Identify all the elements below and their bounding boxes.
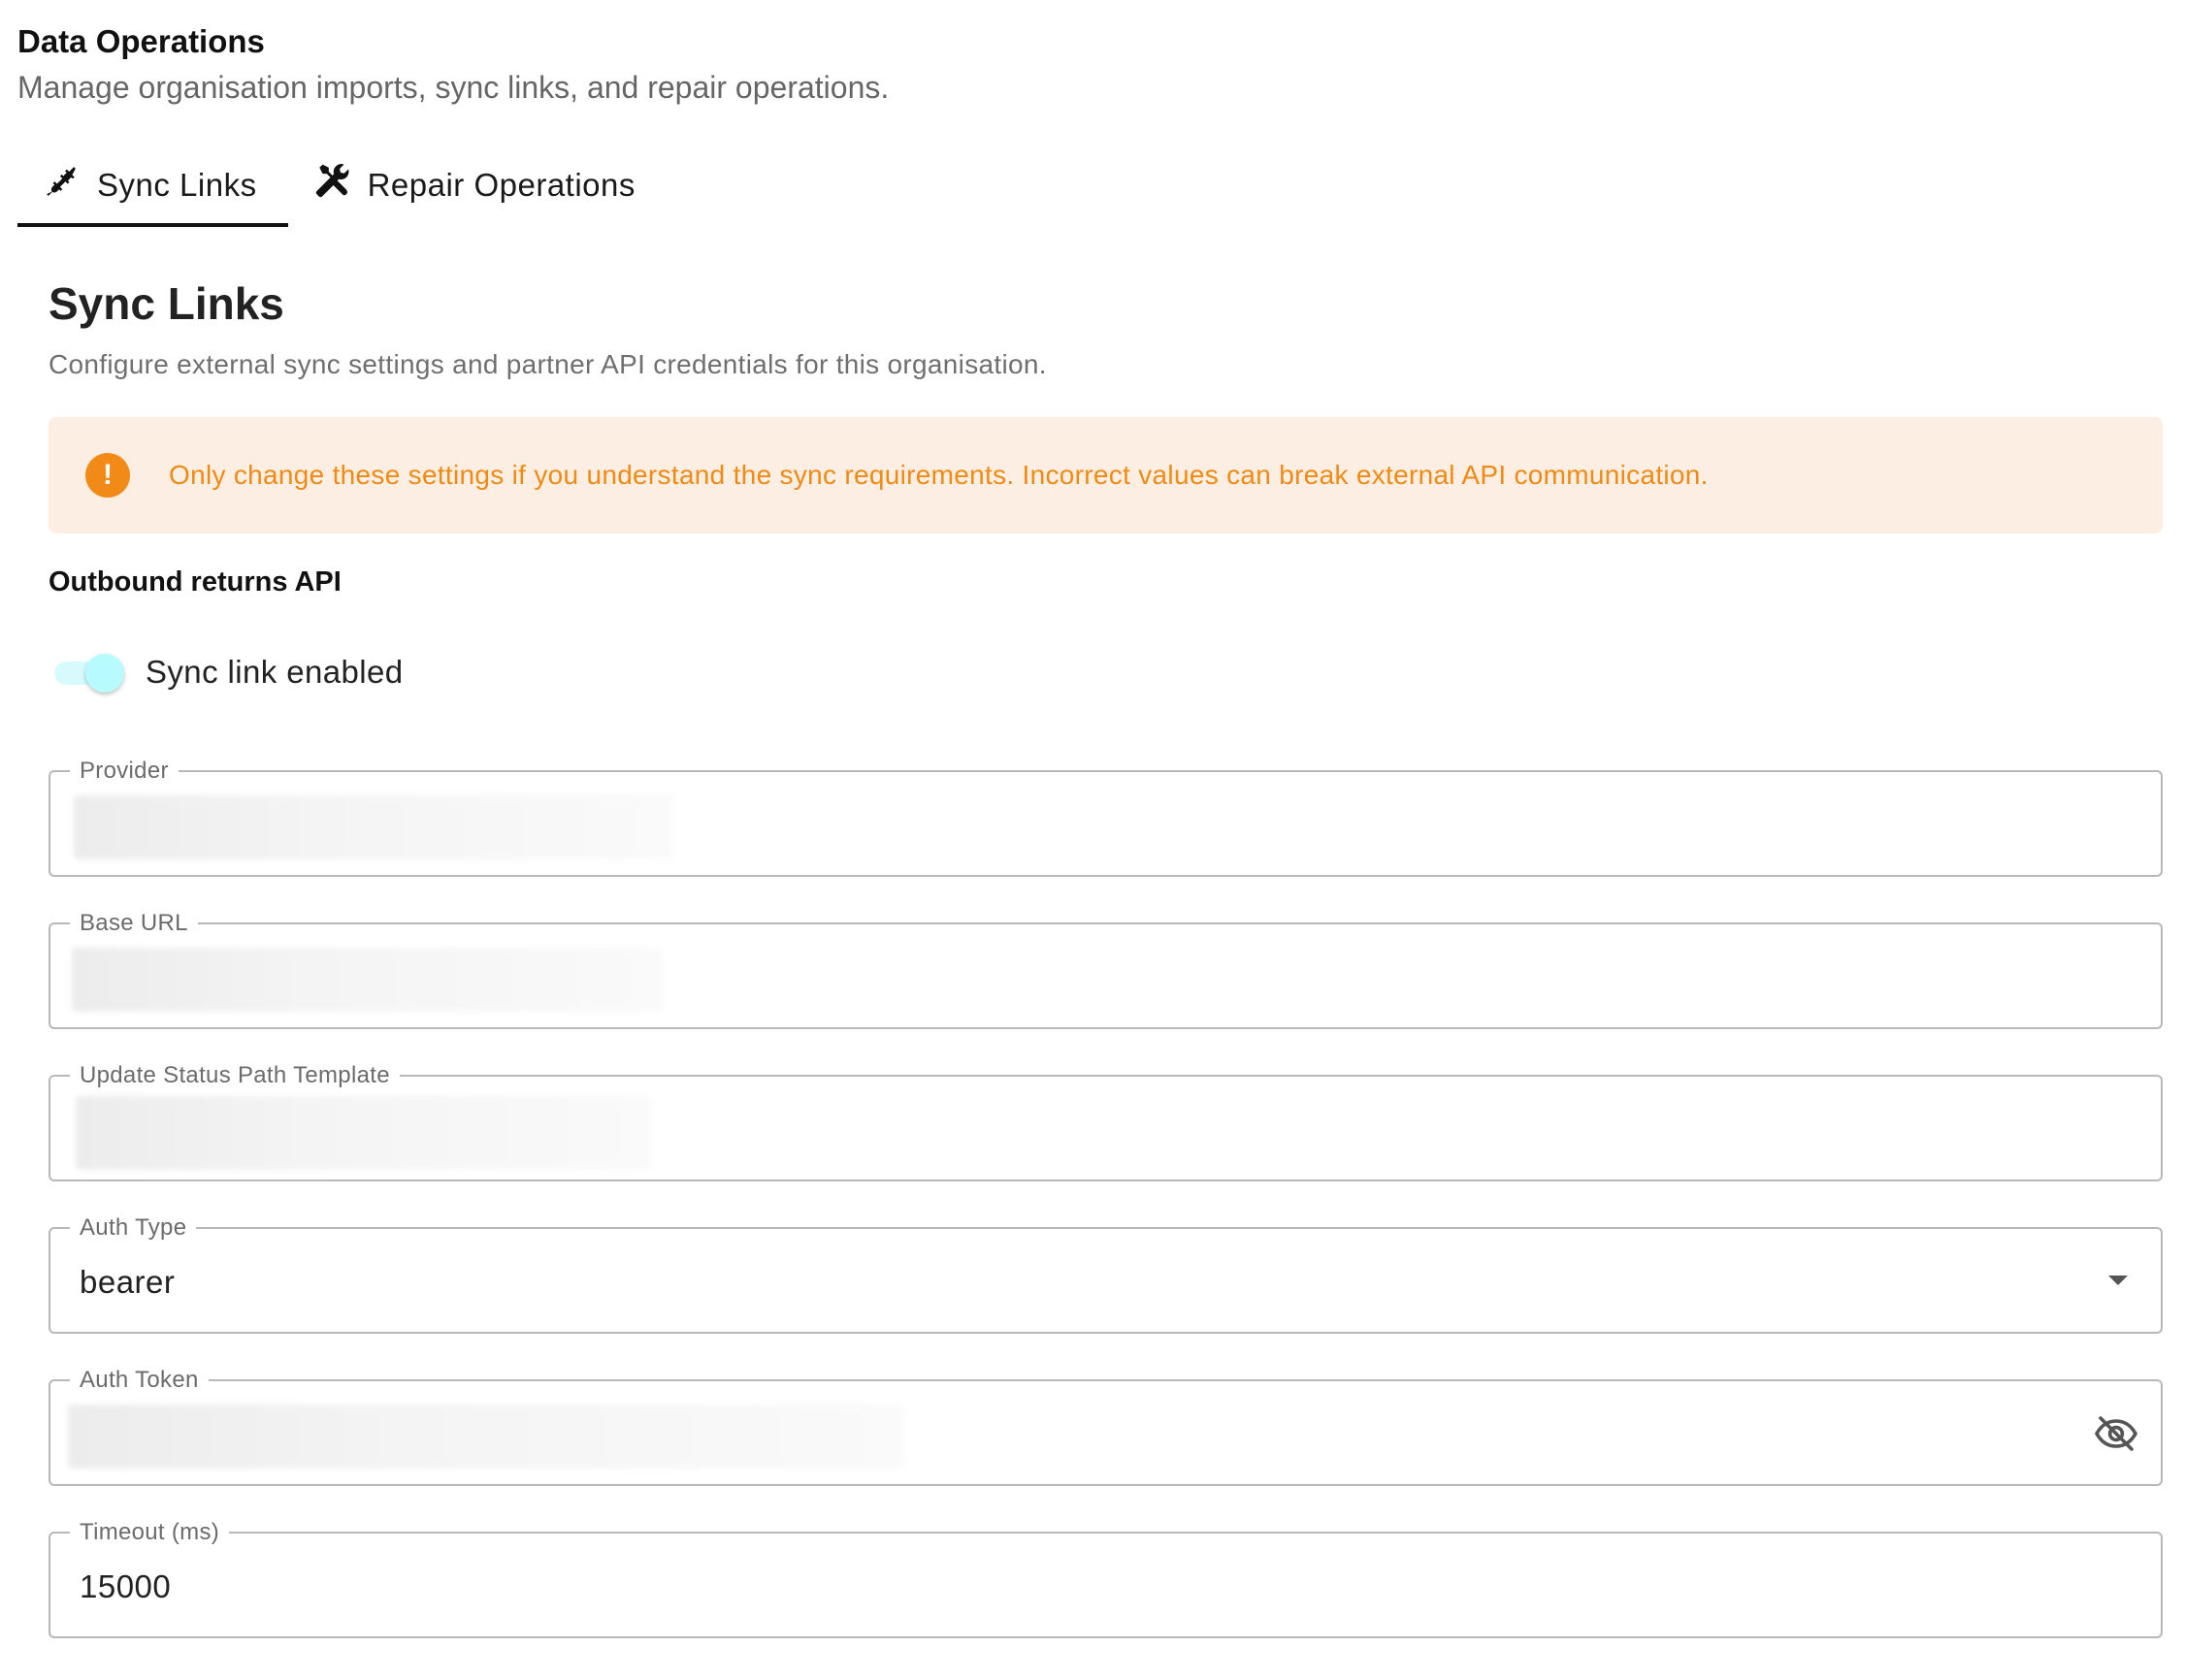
toggle-label: Sync link enabled [146, 654, 404, 690]
base-url-label: Base URL [70, 909, 198, 938]
update-status-path-field[interactable]: Update Status Path Template [49, 1061, 2163, 1181]
tab-sync-links[interactable]: Sync Links [17, 144, 288, 227]
alert-text: Only change these settings if you unders… [169, 460, 1709, 490]
update-status-path-label: Update Status Path Template [70, 1061, 400, 1090]
warning-icon: ! [85, 453, 130, 498]
tab-repair-operations[interactable]: Repair Operations [288, 144, 667, 227]
eye-off-icon[interactable] [2093, 1410, 2139, 1457]
tab-label: Sync Links [97, 167, 257, 203]
page-title: Data Operations [17, 23, 265, 59]
redacted-value [68, 1405, 904, 1469]
plug-icon [43, 163, 80, 208]
auth-token-label: Auth Token [70, 1366, 209, 1395]
section-title: Sync Links [49, 278, 284, 329]
redacted-value [76, 1096, 652, 1170]
group-label: Outbound returns API [49, 566, 342, 598]
auth-type-select[interactable]: Auth Type bearer [49, 1213, 2163, 1334]
sync-enabled-toggle[interactable] [49, 648, 130, 698]
base-url-field[interactable]: Base URL [49, 909, 2163, 1029]
provider-label: Provider [70, 757, 179, 786]
provider-field[interactable]: Provider [49, 757, 2163, 877]
tab-bar: Sync Links Repair Operations [17, 144, 667, 227]
redacted-value [74, 795, 673, 859]
auth-type-label: Auth Type [70, 1213, 197, 1243]
timeout-value: 15000 [80, 1568, 172, 1604]
page-subtitle: Manage organisation imports, sync links,… [17, 70, 890, 105]
dropdown-arrow-icon[interactable] [2108, 1276, 2128, 1285]
timeout-field[interactable]: Timeout (ms) 15000 [49, 1518, 2163, 1638]
redacted-value [72, 948, 662, 1012]
warning-alert: ! Only change these settings if you unde… [49, 417, 2163, 533]
timeout-label: Timeout (ms) [70, 1518, 230, 1547]
toggle-thumb [85, 654, 124, 693]
auth-token-field[interactable]: Auth Token [49, 1366, 2163, 1486]
wrench-screwdriver-icon [313, 163, 350, 208]
section-description: Configure external sync settings and par… [49, 349, 1047, 379]
auth-type-value: bearer [80, 1264, 176, 1300]
tab-label: Repair Operations [367, 167, 636, 203]
